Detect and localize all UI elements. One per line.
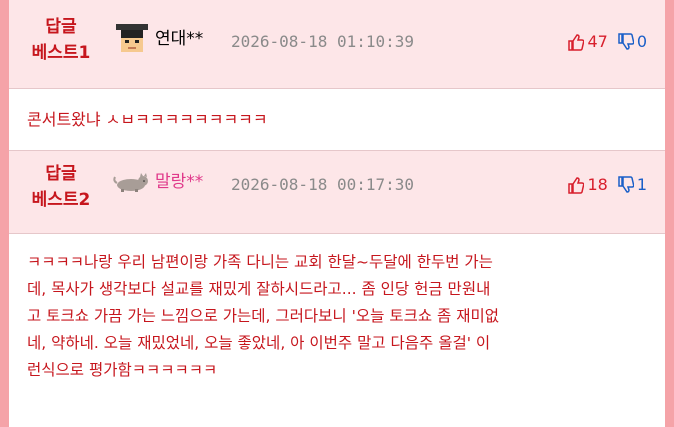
upvote-count: 18 xyxy=(587,175,608,194)
reply-content: 콘서트왔냐 ㅅㅂㅋㅋㅋㅋㅋㅋㅋㅋㅋ xyxy=(9,89,665,151)
best-reply-1: 답글 베스트1 연대** 2026-08-18 01:10:39 47 0 콘서… xyxy=(9,0,665,151)
cat-avatar-icon[interactable] xyxy=(113,173,151,193)
reply-text-line: 데, 목사가 생각보다 설교를 재밌게 잘하시드라고... 좀 인당 헌금 만원… xyxy=(27,280,491,298)
downvote-count: 1 xyxy=(636,175,647,194)
reply-timestamp: 2026-08-18 00:17:30 xyxy=(231,175,415,194)
best-reply-badge: 답글 베스트1 xyxy=(23,14,99,66)
reply-list: 답글 베스트1 연대** 2026-08-18 01:10:39 47 0 콘서… xyxy=(9,0,665,427)
thumbs-up-icon[interactable] xyxy=(568,176,585,194)
thumbs-up-icon[interactable] xyxy=(568,33,585,51)
reply-text-line: 네, 약하네. 오늘 재밌었네, 오늘 좋았네, 아 이번주 말고 다음주 올걸… xyxy=(27,334,491,352)
badge-rank-label: 베스트2 xyxy=(31,190,91,210)
reply-timestamp: 2026-08-18 01:10:39 xyxy=(231,32,415,51)
badge-reply-label: 답글 xyxy=(45,17,77,37)
reply-text-line: ㅋㅋㅋㅋ나랑 우리 남편이랑 가족 다니는 교회 한달~두달에 한두번 가는 xyxy=(27,253,493,271)
username[interactable]: 말랑** xyxy=(155,171,203,193)
reply-content: ㅋㅋㅋㅋ나랑 우리 남편이랑 가족 다니는 교회 한달~두달에 한두번 가는 데… xyxy=(9,234,665,427)
upvote-count: 47 xyxy=(587,32,608,51)
badge-rank-label: 베스트1 xyxy=(31,43,91,63)
reply-text-line: 콘서트왔냐 ㅅㅂㅋㅋㅋㅋㅋㅋㅋㅋㅋ xyxy=(27,110,268,129)
best-reply-2: 답글 베스트2 말랑** 2026-08-18 00:17:30 18 1 ㅋㅋ… xyxy=(9,151,665,427)
reply-text-line: 런식으로 평가함ㅋㅋㅋㅋㅋㅋ xyxy=(27,361,218,379)
vote-controls: 47 0 xyxy=(568,31,647,53)
badge-reply-label: 답글 xyxy=(45,164,77,184)
vote-controls: 18 1 xyxy=(568,174,647,196)
reply-text-line: 고 토크쇼 가끔 가는 느낌으로 가는데, 그러다보니 '오늘 토크쇼 좀 재미… xyxy=(27,307,500,325)
thumbs-down-icon[interactable] xyxy=(618,33,634,51)
best-reply-badge: 답글 베스트2 xyxy=(23,161,99,213)
username[interactable]: 연대** xyxy=(155,28,203,50)
grad-cap-avatar-icon[interactable] xyxy=(113,22,151,56)
thumbs-down-icon[interactable] xyxy=(618,176,634,194)
reply-header: 답글 베스트2 말랑** 2026-08-18 00:17:30 18 1 xyxy=(9,151,665,234)
reply-header: 답글 베스트1 연대** 2026-08-18 01:10:39 47 0 xyxy=(9,0,665,89)
downvote-count: 0 xyxy=(636,32,647,51)
